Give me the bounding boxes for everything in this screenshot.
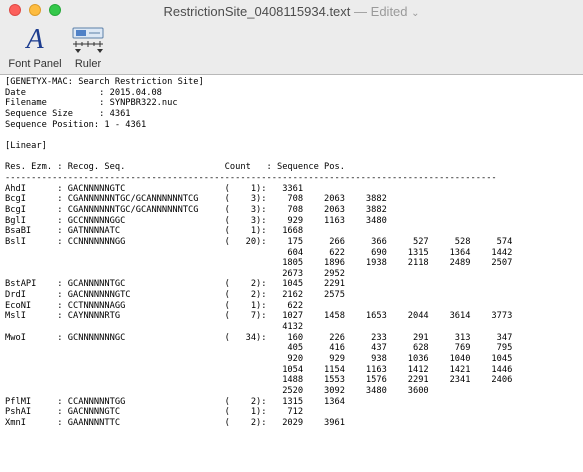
document-name: RestrictionSite_0408115934.text [163, 4, 351, 19]
text-line: BstAPI : GCANNNNNTGC ( 2): 1045 2291 [5, 279, 345, 290]
app-window: RestrictionSite_0408115934.text — Edited… [0, 0, 583, 472]
text-line: 920 929 938 1036 1040 1045 [5, 354, 513, 365]
text-line: BsaBI : GATNNNNATC ( 1): 1668 [5, 226, 304, 237]
text-line: BslI : CCNNNNNNNGG ( 20): 175 266 366 52… [5, 236, 513, 247]
ruler-label: Ruler [74, 58, 102, 70]
text-line: AhdI : GACNNNNNGTC ( 1): 3361 [5, 183, 304, 194]
text-line: MslI : CAYNNNNRTG ( 7): 1027 1458 1653 2… [5, 311, 513, 322]
text-line: Res. Ezm. : Recog. Seq. Count : Sequence… [5, 162, 345, 173]
text-line: MwoI : GCNNNNNNNGC ( 34): 160 226 233 29… [5, 332, 513, 343]
toolbar: A Font Panel Ruler [0, 22, 583, 74]
chevron-down-icon[interactable]: ⌄ [411, 8, 419, 19]
text-line: 604 622 690 1315 1364 1442 [5, 247, 513, 258]
document-text-area[interactable]: [GENETYX-MAC: Search Restriction Site] D… [0, 75, 583, 472]
text-line: XmnI : GAANNNNTTC ( 2): 2029 3961 [5, 418, 345, 428]
text-line: 2520 3092 3480 3600 [5, 386, 429, 397]
text-line: [Linear] [5, 140, 47, 151]
text-line: ----------------------------------------… [5, 172, 497, 183]
text-line: 1488 1553 1576 2291 2341 2406 [5, 375, 513, 386]
text-line: BcgI : CGANNNNNNTGC/GCANNNNNNTCG ( 3): 7… [5, 204, 387, 215]
ruler-button[interactable]: Ruler [68, 24, 108, 70]
edited-status[interactable]: Edited [371, 4, 408, 19]
text-line: EcoNI : CCTNNNNNAGG ( 1): 622 [5, 300, 304, 311]
ruler-icon [72, 24, 104, 56]
text-line: [GENETYX-MAC: Search Restriction Site] [5, 77, 204, 87]
text-line: Sequence Position: 1 - 4361 [5, 119, 147, 130]
text-line: PflMI : CCANNNNNTGG ( 2): 1315 1364 [5, 396, 345, 407]
title-separator: — [354, 4, 368, 19]
text-line: 1054 1154 1163 1412 1421 1446 [5, 364, 513, 375]
text-line: Date : 2015.04.08 [5, 87, 162, 98]
text-line: Filename : SYNPBR322.nuc [5, 98, 178, 109]
text-line: 4132 [5, 322, 304, 333]
text-line: 1805 1896 1938 2118 2489 2507 [5, 258, 513, 269]
text-line: DrdI : GACNNNNNNGTC ( 2): 2162 2575 [5, 290, 345, 301]
text-line: Sequence Size : 4361 [5, 108, 131, 119]
font-panel-icon: A [26, 24, 44, 55]
text-line: PshAI : GACNNNNGTC ( 1): 712 [5, 407, 304, 418]
font-panel-label: Font Panel [8, 58, 62, 70]
text-line: BglI : GCCNNNNNGGC ( 3): 929 1163 3480 [5, 215, 387, 226]
text-line: BcgI : CGANNNNNNTGC/GCANNNNNNTCG ( 3): 7… [5, 194, 387, 205]
font-panel-button[interactable]: A Font Panel [6, 24, 64, 70]
title-bar[interactable]: RestrictionSite_0408115934.text — Edited… [0, 0, 583, 22]
document-text[interactable]: [GENETYX-MAC: Search Restriction Site] D… [0, 75, 583, 429]
text-line: 2673 2952 [5, 268, 345, 279]
window-title: RestrictionSite_0408115934.text — Edited… [0, 4, 583, 19]
text-line: 405 416 437 628 769 795 [5, 343, 513, 354]
